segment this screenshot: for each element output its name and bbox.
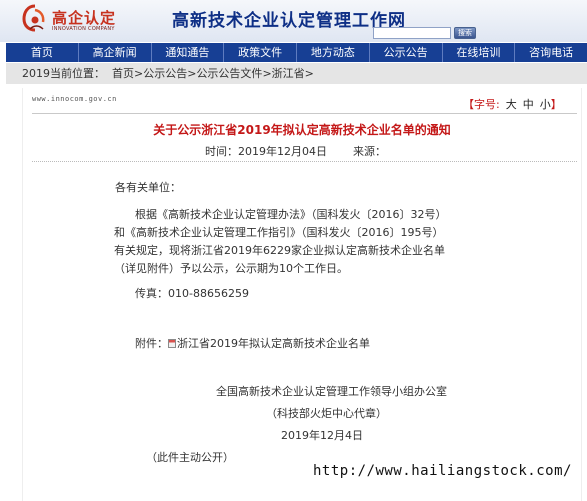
nav-item-hotline[interactable]: 咨询电话 [514, 43, 587, 62]
site-logo[interactable]: 高企认定 INNOVATION COMPANY [22, 4, 122, 36]
site-header: 高企认定 INNOVATION COMPANY 高新技术企业认定管理工作网 搜索 [0, 0, 587, 42]
body-line: （详见附件）予以公示，公示期为10个工作日。 [114, 262, 348, 275]
attachment: 附件： 浙江省2019年拟认定高新技术企业名单 [135, 335, 370, 352]
fax-number: 传真：010-88656259 [135, 287, 249, 300]
nav-item-policies[interactable]: 政策文件 [223, 43, 296, 62]
nav-item-local-news[interactable]: 地方动态 [296, 43, 369, 62]
article-source: 来源： [353, 145, 386, 158]
site-title: 高新技术企业认定管理工作网 [172, 11, 406, 31]
public-notice: （此件主动公开） [146, 451, 234, 464]
logo-name: 高企认定 [52, 9, 117, 27]
divider [32, 161, 577, 162]
nav-item-news[interactable]: 高企新闻 [77, 43, 151, 62]
breadcrumb-separator: > [262, 67, 272, 80]
font-size-medium[interactable]: 中 [523, 98, 534, 111]
font-size-switcher: 【字号: 大中小】 [463, 96, 562, 112]
attachment-file-icon [168, 339, 176, 348]
nav-item-notices[interactable]: 通知通告 [150, 43, 224, 62]
breadcrumb-separator: > [134, 67, 144, 80]
breadcrumb: 2019当前位置： 首页>公示公告>公示公告文件>浙江省> [6, 63, 587, 84]
watermark-url: http://www.hailiangstock.com/ [313, 463, 572, 479]
logo-subtitle: INNOVATION COMPANY [52, 26, 115, 32]
publish-time: 时间：2019年12月04日 [205, 145, 327, 158]
breadcrumb-location-label: 2019当前位置： [22, 67, 105, 80]
search-button[interactable]: 搜索 [454, 27, 476, 39]
article-title: 关于公示浙江省2019年拟认定高新技术企业名单的通知 [153, 123, 451, 137]
signature-seal-note: （科技部火炬中心代章） [266, 407, 387, 420]
signature-organization: 全国高新技术企业认定管理工作领导小组办公室 [216, 385, 447, 398]
font-size-large[interactable]: 大 [506, 98, 517, 111]
breadcrumb-path: 首页>公示公告>公示公告文件>浙江省> [112, 63, 314, 84]
divider [32, 113, 577, 114]
font-size-small[interactable]: 小 [540, 98, 551, 111]
article-panel: www.innocom.gov.cn 【字号: 大中小】 关于公示浙江省2019年… [22, 88, 582, 501]
nav-item-announcements[interactable]: 公示公告 [368, 43, 442, 62]
logo-emblem-icon [22, 4, 45, 32]
body-line: 根据《高新技术企业认定管理办法》（国科发火〔2016〕32号） [135, 208, 447, 221]
main-nav: 首页 高企新闻 通知通告 政策文件 地方动态 公示公告 在线培训 咨询电话 [6, 43, 587, 62]
breadcrumb-announcements-link[interactable]: 公示公告 [143, 67, 187, 80]
greeting: 各有关单位： [115, 181, 181, 194]
search-input[interactable] [373, 27, 451, 39]
attachment-link[interactable]: 浙江省2019年拟认定高新技术企业名单 [177, 337, 370, 350]
site-domain: www.innocom.gov.cn [32, 95, 117, 103]
signature-date: 2019年12月4日 [281, 429, 363, 442]
article-meta: 时间：2019年12月04日 来源： [205, 143, 386, 159]
body-line: 有关规定，现将浙江省2019年6229家企业拟认定高新技术企业名单 [114, 244, 445, 257]
nav-item-training[interactable]: 在线培训 [441, 43, 515, 62]
attachment-label: 附件： [135, 337, 168, 350]
breadcrumb-home-link[interactable]: 首页 [112, 67, 134, 80]
breadcrumb-separator: > [304, 67, 314, 80]
nav-item-home[interactable]: 首页 [6, 43, 78, 62]
font-size-label: 【字号: [463, 98, 500, 111]
font-size-close-bracket: 】 [550, 98, 562, 111]
breadcrumb-announcement-files-link[interactable]: 公示公告文件 [196, 67, 262, 80]
breadcrumb-zhejiang-link[interactable]: 浙江省 [272, 67, 305, 80]
body-line: 和《高新技术企业认定管理工作指引》（国科发火〔2016〕195号） [114, 226, 444, 239]
